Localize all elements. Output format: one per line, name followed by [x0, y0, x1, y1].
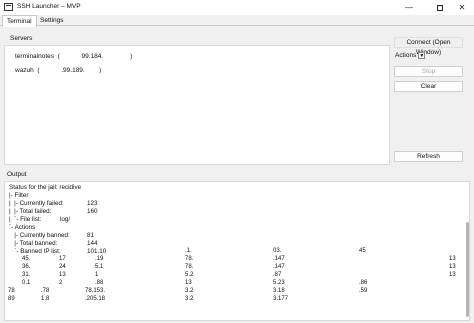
output-value: 123	[87, 200, 98, 207]
server-list[interactable]: terminalnotes ( 99.184. ) wazuh ( .99.18…	[4, 45, 390, 165]
ip-cell: 78.	[185, 256, 194, 262]
output-line: |- Currently banned:	[9, 232, 70, 239]
output-line: |- Filter	[9, 192, 29, 199]
title-bar: SSH Launcher – MVP — ✕	[0, 0, 474, 15]
minimize-icon[interactable]: —	[394, 0, 424, 15]
servers-heading: Servers	[10, 35, 33, 42]
ip-cell: 03.	[273, 248, 282, 254]
output-line: `- Actions	[9, 224, 36, 231]
output-value: 144	[87, 240, 98, 247]
output-line: Status for the jail: recidive	[9, 184, 82, 191]
ip-cell: 78.153.	[85, 288, 106, 294]
server-item-wazuh[interactable]: wazuh ( .99.189. )	[15, 67, 101, 74]
ip-cell: .86	[359, 280, 368, 286]
ip-cell: 3.2	[185, 288, 194, 294]
ip-cell: .205.18	[85, 296, 106, 302]
output-console[interactable]: Status for the jail: recidive |- Filter …	[4, 181, 470, 321]
ip-cell: 13	[449, 272, 456, 278]
ip-cell: 13	[185, 280, 192, 286]
output-heading: Output	[7, 171, 27, 178]
app-icon	[4, 3, 13, 11]
ip-cell: 3.2	[185, 296, 194, 302]
output-line: | |- Currently failed:	[9, 200, 64, 207]
output-value: log/	[60, 216, 71, 223]
ip-cell: .19	[95, 256, 104, 262]
ip-cell: 13	[59, 272, 66, 278]
output-line: |- Total banned:	[9, 240, 58, 247]
ip-cell: .1.	[185, 248, 192, 254]
refresh-button[interactable]: Refresh	[394, 151, 463, 162]
ip-cell: .147	[273, 264, 285, 270]
ip-cell: .87	[273, 272, 282, 278]
ip-cell: 45	[359, 248, 366, 254]
ip-cell: 89	[8, 296, 15, 302]
close-icon[interactable]: ✕	[447, 0, 474, 15]
ip-cell: 5.23	[273, 280, 285, 286]
output-value: 101.10	[87, 248, 107, 255]
output-value: 81	[87, 232, 95, 239]
ip-cell: .147	[273, 256, 285, 262]
output-line: | `- File list:	[9, 216, 42, 223]
ip-cell: 5.2	[185, 272, 194, 278]
ip-cell: 3.177	[273, 296, 289, 302]
ip-cell: 24	[59, 264, 66, 270]
tab-settings[interactable]: Settings	[36, 15, 68, 26]
ip-cell: 1	[95, 272, 99, 278]
window-title: SSH Launcher – MVP	[17, 3, 81, 10]
actions-label: Actions	[395, 52, 417, 59]
output-line: `- Banned IP list:	[9, 248, 61, 255]
ip-cell: 36.	[22, 264, 31, 270]
ip-cell: 13	[449, 264, 456, 270]
ip-cell: .78	[41, 288, 50, 294]
ip-cell: 3.18	[273, 288, 285, 294]
output-scrollbar[interactable]	[466, 222, 469, 317]
ip-cell: 2	[59, 280, 63, 286]
server-item-terminalnotes[interactable]: terminalnotes ( 99.184. )	[15, 53, 132, 60]
ip-cell: 1.8	[41, 296, 50, 302]
clear-button[interactable]: Clear	[394, 81, 463, 92]
actions-dropdown[interactable]: Actions ▼	[395, 52, 426, 59]
connect-button[interactable]: Connect (Open Window)	[394, 37, 463, 56]
ip-cell: 78.	[185, 264, 194, 270]
ip-cell: .88	[95, 280, 104, 286]
tab-terminal[interactable]: Terminal	[2, 15, 37, 27]
ip-cell: 45.	[22, 256, 31, 262]
ip-cell: 78	[8, 288, 15, 294]
output-line: | |- Total failed:	[9, 208, 52, 215]
ip-cell: 31.	[22, 272, 31, 278]
ip-cell: 17	[59, 256, 66, 262]
stop-button[interactable]: Stop	[394, 66, 463, 77]
ip-cell: 5.1	[95, 264, 104, 270]
ip-cell: 0.1	[22, 280, 31, 286]
tab-bar: Terminal Settings	[0, 15, 474, 27]
ip-cell: 13	[449, 256, 456, 262]
chevron-down-icon[interactable]: ▼	[418, 52, 426, 59]
output-value: 160	[87, 208, 98, 215]
ip-cell: .59	[359, 288, 368, 294]
